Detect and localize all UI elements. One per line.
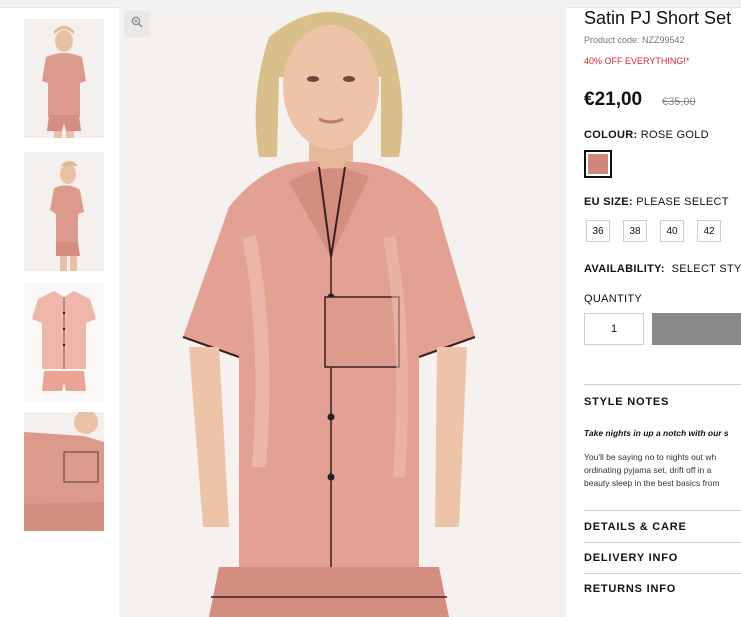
divider bbox=[584, 510, 741, 511]
divider bbox=[584, 573, 741, 574]
style-notes-line: ordinating pyjama set, drift off in a bbox=[584, 465, 712, 475]
size-row: EU SIZE: PLEASE SELECT bbox=[584, 196, 729, 208]
size-option-36[interactable]: 36 bbox=[586, 220, 610, 242]
style-notes-body: You'll be saying no to nights out wh ord… bbox=[584, 451, 720, 490]
style-notes-line: You'll be saying no to nights out wh bbox=[584, 452, 717, 462]
thumbnail-detail[interactable] bbox=[24, 412, 104, 531]
delivery-info-toggle[interactable]: DELIVERY INFO bbox=[584, 552, 678, 564]
size-option-40[interactable]: 40 bbox=[660, 220, 684, 242]
product-title: Satin PJ Short Set bbox=[584, 8, 732, 28]
current-price: €21,00 bbox=[584, 89, 643, 110]
availability-row: AVAILABILITY: SELECT STYLE bbox=[584, 263, 741, 275]
add-to-bag-button[interactable] bbox=[652, 313, 741, 345]
size-option-38[interactable]: 38 bbox=[623, 220, 647, 242]
product-code: Product code: NZZ99542 bbox=[584, 35, 685, 45]
quantity-input[interactable]: 1 bbox=[584, 313, 644, 345]
colour-label: COLOUR: bbox=[584, 129, 638, 141]
size-label: EU SIZE: bbox=[584, 196, 633, 208]
thumbnail-side[interactable] bbox=[24, 152, 104, 271]
main-product-image[interactable] bbox=[119, 7, 566, 617]
size-option-42[interactable]: 42 bbox=[697, 220, 721, 242]
style-notes-tagline: Take nights in up a notch with our s bbox=[584, 428, 729, 438]
colour-row: COLOUR: ROSE GOLD bbox=[584, 129, 709, 141]
thumbnail-front[interactable] bbox=[24, 19, 104, 138]
product-details: Satin PJ Short Set Product code: NZZ9954… bbox=[584, 0, 741, 617]
quantity-label: QUANTITY bbox=[584, 293, 643, 305]
promo-text[interactable]: 40% OFF EVERYTHING!* bbox=[584, 56, 689, 66]
size-value: PLEASE SELECT bbox=[636, 196, 729, 208]
colour-value: ROSE GOLD bbox=[640, 129, 709, 141]
style-notes-line: beauty sleep in the best basics from bbox=[584, 478, 720, 488]
style-notes-heading[interactable]: STYLE NOTES bbox=[584, 396, 669, 408]
was-price: €35,00 bbox=[662, 96, 696, 108]
divider bbox=[584, 542, 741, 543]
availability-value: SELECT STYLE bbox=[671, 263, 741, 275]
thumbnail-flatlay[interactable] bbox=[24, 283, 104, 402]
details-care-toggle[interactable]: DETAILS & CARE bbox=[584, 521, 687, 533]
colour-swatch-rose-gold[interactable] bbox=[584, 150, 612, 178]
divider bbox=[584, 384, 741, 385]
zoom-button[interactable] bbox=[124, 11, 150, 37]
magnifier-icon bbox=[131, 15, 143, 33]
availability-label: AVAILABILITY: bbox=[584, 263, 665, 275]
swatch-fill bbox=[588, 154, 608, 174]
returns-info-toggle[interactable]: RETURNS INFO bbox=[584, 583, 676, 595]
